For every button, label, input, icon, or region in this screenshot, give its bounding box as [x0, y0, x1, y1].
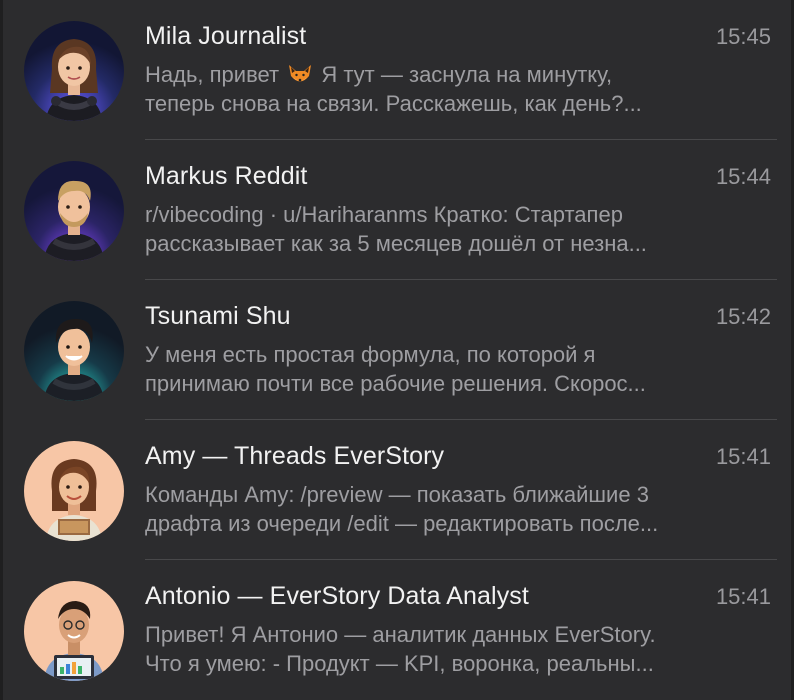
chat-time: 15:42 — [715, 304, 771, 329]
preview-line-2: драфта из очереди /edit — редактировать … — [145, 511, 659, 536]
avatar[interactable] — [24, 581, 124, 681]
chat-time: 15:44 — [715, 164, 771, 189]
avatar-markus-icon — [24, 161, 124, 261]
preview-text: Надь, привет — [145, 62, 280, 87]
chat-preview: Привет! Я Антонио — аналитик данных Ever… — [145, 620, 777, 678]
chat-preview: Надь, привет Я тут — заснула на минутку,… — [145, 60, 777, 118]
chat-row-antonio-everstory-data-analyst[interactable]: Antonio — EverStory Data Analyst 15:41 П… — [3, 560, 791, 700]
preview-line-2: Что я умею: - Продукт — KPI, воронка, ре… — [145, 651, 654, 676]
avatar[interactable] — [24, 301, 124, 401]
chat-row-mila-journalist[interactable]: Mila Journalist 15:45 Надь, привет Я тут… — [3, 0, 791, 140]
chat-time: 15:41 — [715, 584, 771, 609]
avatar[interactable] — [24, 161, 124, 261]
preview-line-2: теперь снова на связи. Расскажешь, как д… — [145, 91, 642, 116]
preview-line-1: Надь, привет Я тут — заснула на минутку, — [145, 60, 777, 89]
chat-name: Antonio — EverStory Data Analyst — [145, 582, 529, 610]
chat-name: Tsunami Shu — [145, 302, 291, 330]
avatar[interactable] — [24, 441, 124, 541]
fox-face-emoji-icon — [289, 65, 312, 82]
chat-row-tsunami-shu[interactable]: Tsunami Shu 15:42 У меня есть простая фо… — [3, 280, 791, 420]
avatar-amy-icon — [24, 441, 124, 541]
chat-name: Mila Journalist — [145, 22, 307, 50]
preview-line-1: У меня есть простая формула, по которой … — [145, 342, 596, 367]
avatar[interactable] — [24, 21, 124, 121]
chat-preview: У меня есть простая формула, по которой … — [145, 340, 777, 398]
avatar-antonio-icon — [24, 581, 124, 681]
preview-line-2: принимаю почти все рабочие решения. Скор… — [145, 371, 646, 396]
chat-row-amy-threads-everstory[interactable]: Amy — Threads EverStory 15:41 Команды Am… — [3, 420, 791, 560]
chat-time: 15:45 — [715, 24, 771, 49]
preview-line-1: Привет! Я Антонио — аналитик данных Ever… — [145, 622, 656, 647]
chat-name: Amy — Threads EverStory — [145, 442, 445, 470]
preview-line-2: рассказывает как за 5 месяцев дошёл от н… — [145, 231, 647, 256]
preview-text: Я тут — заснула на минутку, — [321, 62, 613, 87]
chat-preview: r/vibecoding · u/Hariharanms Кратко: Ста… — [145, 200, 777, 258]
chat-time: 15:41 — [715, 444, 771, 469]
preview-line-1: Команды Amy: /preview — показать ближайш… — [145, 482, 649, 507]
avatar-tsunami-icon — [24, 301, 124, 401]
avatar-mila-icon — [24, 21, 124, 121]
chat-name: Markus Reddit — [145, 162, 308, 190]
chat-list: Mila Journalist 15:45 Надь, привет Я тут… — [3, 0, 791, 700]
chat-preview: Команды Amy: /preview — показать ближайш… — [145, 480, 777, 538]
preview-line-1: r/vibecoding · u/Hariharanms Кратко: Ста… — [145, 202, 623, 227]
chat-row-markus-reddit[interactable]: Markus Reddit 15:44 r/vibecoding · u/Har… — [3, 140, 791, 280]
